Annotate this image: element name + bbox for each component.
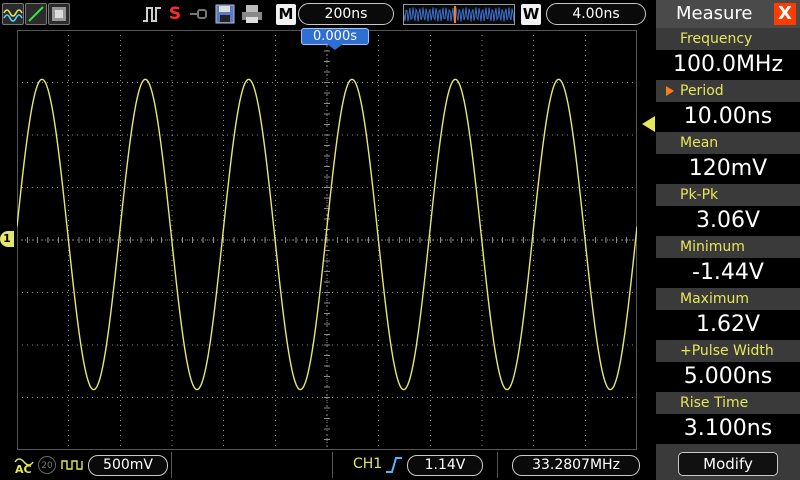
close-button[interactable]: X xyxy=(774,3,796,25)
trigger-level-marker[interactable] xyxy=(642,116,655,132)
top-toolbar: S M 200ns W 4.00ns xyxy=(0,0,656,30)
measure-label[interactable]: Rise Time xyxy=(656,392,800,414)
measure-value: 1.62V xyxy=(656,310,800,340)
measure-label[interactable]: Period xyxy=(656,80,800,102)
measure-label[interactable]: Minimum xyxy=(656,236,800,258)
measure-label-text: Rise Time xyxy=(680,395,749,411)
measure-value: 3.100ns xyxy=(656,414,800,444)
status-divider xyxy=(497,452,498,478)
status-bar: AC 20 500mV CH1 1.14V 33.2807MHz xyxy=(0,450,656,480)
measure-label[interactable]: Pk-Pk xyxy=(656,184,800,206)
memory-icon[interactable] xyxy=(48,3,70,25)
slope-icon[interactable] xyxy=(25,3,47,25)
waveform-display xyxy=(16,29,638,451)
measure-value: 3.06V xyxy=(656,206,800,236)
measure-label[interactable]: Maximum xyxy=(656,288,800,310)
measure-label-text: Mean xyxy=(680,135,719,151)
measure-label[interactable]: Mean xyxy=(656,132,800,154)
waveform-icon[interactable] xyxy=(2,3,24,25)
ch1-trace xyxy=(17,78,637,391)
measure-label-text: +Pulse Width xyxy=(680,343,774,359)
trigger-frequency-display: 33.2807MHz xyxy=(512,455,640,476)
trigger-delay-display[interactable]: 4.00ns xyxy=(546,3,646,25)
trigger-channel-label: CH1 xyxy=(353,456,383,472)
measure-label-text: Maximum xyxy=(680,291,749,307)
ch1-trace-area xyxy=(17,78,637,391)
status-divider xyxy=(332,452,333,478)
measure-label-text: Minimum xyxy=(680,239,745,255)
measure-label[interactable]: Frequency xyxy=(656,28,800,50)
pulse-icon[interactable] xyxy=(141,3,163,25)
trigger-position-arrow xyxy=(327,44,343,50)
invert-icon xyxy=(61,456,85,474)
ch1-ground-marker[interactable]: 1 xyxy=(0,231,14,247)
ac-coupling-icon: AC xyxy=(14,453,34,477)
bandwidth-limit-indicator: 20 xyxy=(38,456,56,474)
measure-value: 5.000ns xyxy=(656,362,800,392)
measure-value: 120mV xyxy=(656,154,800,184)
measure-value: 100.0MHz xyxy=(656,50,800,80)
measure-label-text: Period xyxy=(680,83,724,99)
mode-m-label[interactable]: M xyxy=(276,4,296,25)
measure-panel: Measure X Frequency 100.0MHz Period 10.00ns… xyxy=(656,0,800,480)
stop-indicator: S xyxy=(168,4,182,24)
rising-edge-icon xyxy=(384,455,404,475)
trigger-level-display[interactable]: 1.14V xyxy=(407,455,483,476)
modify-button[interactable]: Modify xyxy=(678,452,778,476)
mode-w-label[interactable]: W xyxy=(521,4,541,25)
measure-value: 10.00ns xyxy=(656,102,800,132)
measure-label-text: Pk-Pk xyxy=(680,187,719,203)
volts-per-div-display[interactable]: 500mV xyxy=(88,455,168,476)
measure-label[interactable]: +Pulse Width xyxy=(656,340,800,362)
measure-label-text: Frequency xyxy=(680,31,753,47)
save-icon[interactable] xyxy=(214,3,236,25)
memory-position-bar[interactable] xyxy=(403,4,515,25)
coupling-label: AC xyxy=(15,463,32,476)
measure-panel-header: Measure X xyxy=(656,0,800,28)
link-icon xyxy=(188,3,212,25)
measure-value: -1.44V xyxy=(656,258,800,288)
measure-title: Measure xyxy=(676,3,753,24)
print-icon[interactable] xyxy=(240,3,264,25)
trigger-position-label[interactable]: 0.000s xyxy=(301,28,369,45)
timebase-display[interactable]: 200ns xyxy=(298,3,394,25)
status-divider xyxy=(171,452,172,478)
selected-arrow-icon xyxy=(666,86,674,96)
